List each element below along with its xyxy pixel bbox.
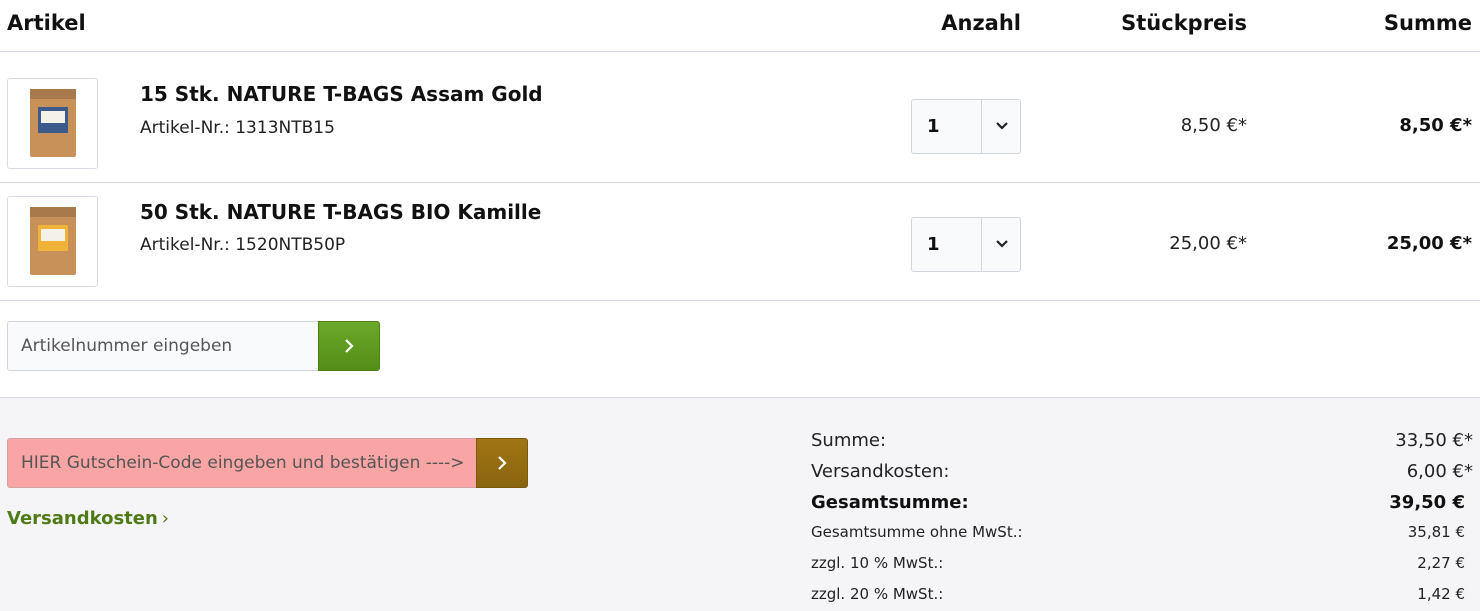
cart-summary: Summe: 33,50 €* Versandkosten: 6,00 €* G…	[811, 430, 1473, 611]
summary-vat10-line: zzgl. 10 % MwSt.: 2,27 €	[811, 554, 1473, 585]
shipping-link-label: Versandkosten	[7, 508, 158, 529]
chevron-right-icon: ›	[161, 508, 169, 529]
grand-total-label: Gesamtsumme:	[811, 492, 969, 513]
line-total: 25,00 €*	[1386, 233, 1472, 254]
summary-vat20-line: zzgl. 20 % MwSt.: 1,42 €	[811, 585, 1473, 611]
cart-item-row: 15 Stk. NATURE T-BAGS Assam Gold Artikel…	[0, 52, 1480, 183]
product-name[interactable]: 50 Stk. NATURE T-BAGS BIO Kamille	[140, 200, 541, 224]
grand-total-value: 39,50 €	[1389, 492, 1465, 513]
assam-gold-bag-image[interactable]	[7, 78, 98, 169]
voucher-form: HIER Gutschein-Code eingeben und bestäti…	[7, 438, 528, 488]
shipping-label: Versandkosten:	[811, 461, 950, 482]
cart-item-row: 50 Stk. NATURE T-BAGS BIO Kamille Artike…	[0, 183, 1480, 301]
cart-footer: HIER Gutschein-Code eingeben und bestäti…	[0, 397, 1480, 611]
line-total: 8,50 €*	[1399, 115, 1472, 136]
product-name[interactable]: 15 Stk. NATURE T-BAGS Assam Gold	[140, 82, 543, 106]
unit-price: 25,00 €*	[1169, 233, 1247, 254]
chevron-right-icon	[345, 339, 354, 353]
chevron-down-icon	[996, 122, 1008, 130]
unit-price: 8,50 €*	[1180, 115, 1247, 136]
quantity-select[interactable]: 1	[911, 99, 1021, 154]
net-total-label: Gesamtsumme ohne MwSt.:	[811, 523, 1023, 541]
add-article-button[interactable]	[318, 321, 380, 371]
vat10-label: zzgl. 10 % MwSt.:	[811, 554, 944, 572]
voucher-code-input[interactable]: HIER Gutschein-Code eingeben und bestäti…	[7, 438, 477, 488]
summary-shipping-line: Versandkosten: 6,00 €*	[811, 461, 1473, 492]
header-article: Artikel	[7, 11, 86, 35]
chevron-down-icon	[996, 240, 1008, 248]
summary-net-line: Gesamtsumme ohne MwSt.: 35,81 €	[811, 523, 1473, 554]
header-quantity: Anzahl	[941, 11, 1021, 35]
tea-bag-package-icon	[30, 89, 76, 157]
sum-value: 33,50 €*	[1395, 430, 1473, 451]
vat20-value: 1,42 €	[1417, 585, 1465, 603]
bio-kamille-bag-image[interactable]	[7, 196, 98, 287]
shipping-value: 6,00 €*	[1406, 461, 1473, 482]
tea-bag-package-icon	[30, 207, 76, 275]
summary-sum-line: Summe: 33,50 €*	[811, 430, 1473, 461]
sum-label: Summe:	[811, 430, 887, 451]
article-number-input[interactable]: Artikelnummer eingeben	[7, 321, 320, 371]
quantity-value: 1	[927, 234, 940, 255]
summary-grand-total-line: Gesamtsumme: 39,50 €	[811, 492, 1473, 523]
vat10-value: 2,27 €	[1417, 554, 1465, 572]
article-number: Artikel-Nr.: 1520NTB50P	[140, 235, 346, 255]
shipping-costs-link[interactable]: Versandkosten ›	[7, 508, 169, 529]
net-total-value: 35,81 €	[1407, 523, 1465, 541]
header-sum: Summe	[1383, 11, 1472, 35]
quantity-select[interactable]: 1	[911, 217, 1021, 272]
voucher-submit-button[interactable]	[476, 438, 528, 488]
article-number: Artikel-Nr.: 1313NTB15	[140, 118, 335, 138]
chevron-right-icon	[498, 456, 507, 470]
vat20-label: zzgl. 20 % MwSt.:	[811, 585, 944, 603]
cart-page: Artikel Anzahl Stückpreis Summe 15 Stk. …	[0, 0, 1480, 611]
add-article-form: Artikelnummer eingeben	[7, 321, 380, 371]
header-unit-price: Stückpreis	[1121, 11, 1247, 35]
quantity-value: 1	[927, 116, 940, 137]
cart-table-header: Artikel Anzahl Stückpreis Summe	[0, 0, 1480, 52]
